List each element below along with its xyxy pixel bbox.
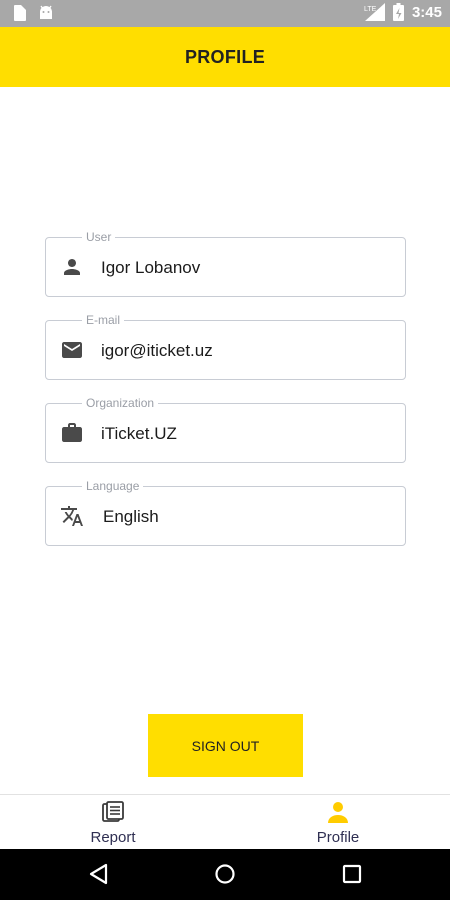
nav-item-report[interactable]: Report [53,801,173,846]
user-field-value: Igor Lobanov [101,258,201,277]
language-field-label: Language [82,478,144,494]
battery-icon [392,3,404,21]
app-header: PROFILE [0,27,450,87]
nav-label-profile: Profile [316,829,360,846]
person-icon [64,259,80,275]
status-time: 3:45 [411,3,442,21]
language-field-value: English [103,507,159,526]
nav-label-report: Report [90,829,136,846]
briefcase-icon [62,423,82,442]
email-field-label: E-mail [82,312,125,328]
system-nav-bar [0,849,450,900]
back-icon[interactable] [88,863,110,885]
report-icon [102,801,124,822]
user-field-label: User [82,229,116,245]
android-icon [40,5,52,19]
nav-item-profile[interactable]: Profile [278,801,398,846]
organization-field[interactable]: Organization iTicket.UZ [45,395,406,463]
status-left [12,5,54,21]
lte-signal-icon: LTE [364,3,385,21]
status-right: LTE 3:45 [363,3,442,21]
sim-card-icon [14,5,26,21]
organization-field-label: Organization [82,395,159,411]
organization-field-value: iTicket.UZ [101,424,177,443]
translate-icon [61,506,83,526]
email-field[interactable]: E-mail igor@iticket.uz [45,312,406,380]
email-field-value: igor@iticket.uz [101,341,213,360]
profile-icon [328,802,348,823]
mail-icon [62,342,82,358]
recents-icon[interactable] [341,863,363,885]
home-icon[interactable] [214,863,236,885]
page-title: PROFILE [184,46,266,67]
svg-text:LTE: LTE [364,6,377,13]
user-field[interactable]: User Igor Lobanov [45,229,406,297]
sign-out-button[interactable]: SIGN OUT [148,714,303,777]
status-bar: LTE 3:45 [0,0,450,27]
bottom-nav: Report Profile [0,794,450,849]
language-field[interactable]: Language English [45,478,406,546]
